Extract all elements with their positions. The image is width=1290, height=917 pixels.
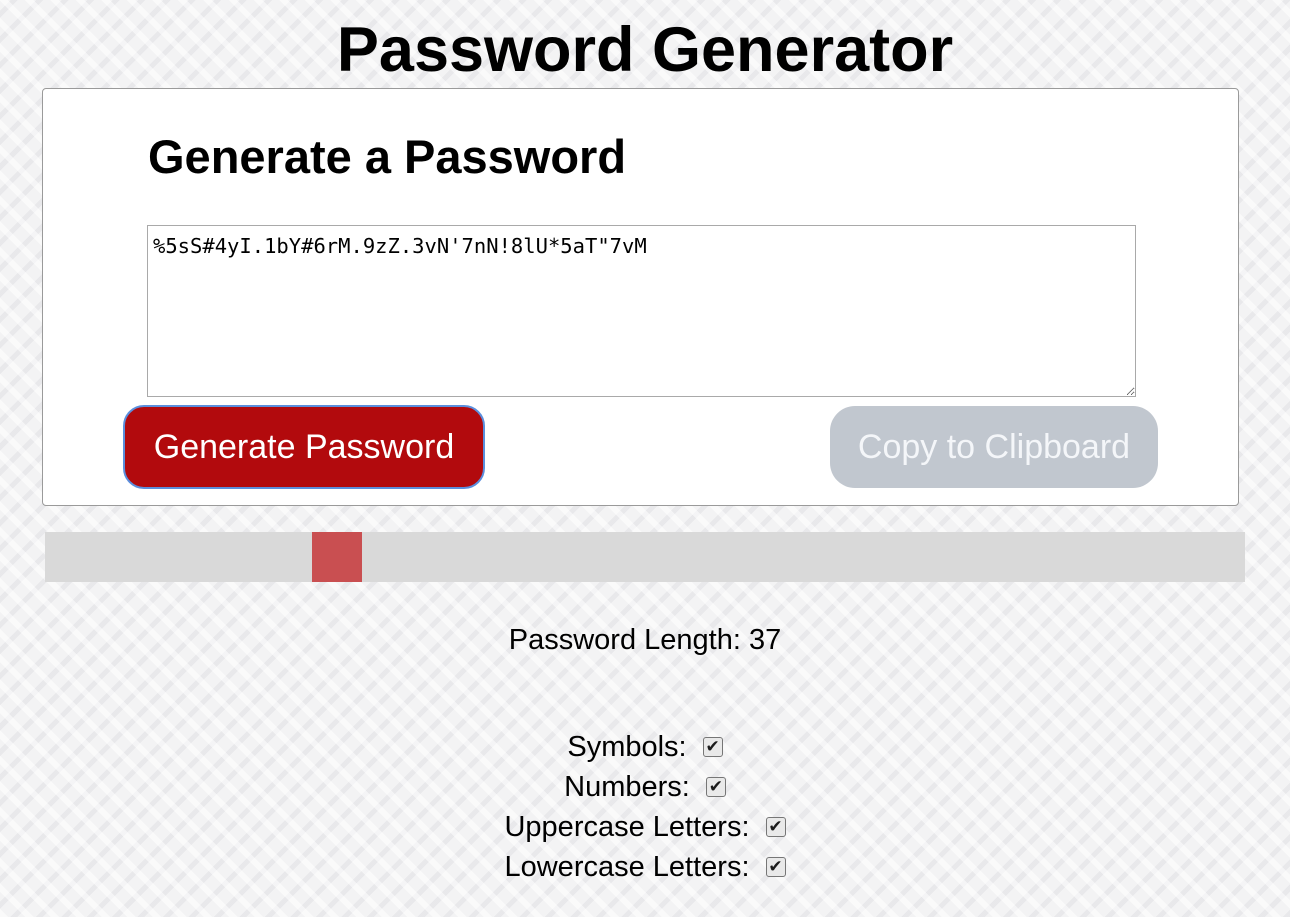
password-length-slider[interactable]	[45, 532, 1245, 582]
option-uppercase-label: Uppercase Letters:	[504, 811, 750, 843]
generate-password-button[interactable]: Generate Password	[123, 405, 485, 489]
uppercase-checkbox[interactable]: ✔	[765, 817, 786, 837]
card-title: Generate a Password	[148, 130, 627, 183]
check-icon: ✔	[768, 857, 783, 877]
lowercase-checkbox[interactable]: ✔	[765, 857, 786, 877]
password-length-value: 37	[748, 624, 782, 656]
option-symbols-label: Symbols:	[567, 731, 687, 763]
option-numbers: Numbers: ✔	[0, 769, 1290, 805]
check-icon: ✔	[768, 817, 783, 837]
page-title: Password Generator	[336, 15, 954, 85]
generator-card: Generate a Password Generate Password Co…	[42, 88, 1239, 506]
password-length-label: Password Length:	[508, 624, 741, 656]
option-lowercase: Lowercase Letters: ✔	[0, 849, 1290, 885]
option-uppercase: Uppercase Letters: ✔	[0, 809, 1290, 845]
option-symbols: Symbols: ✔	[0, 729, 1290, 765]
copy-to-clipboard-button[interactable]: Copy to Clipboard	[830, 406, 1158, 488]
slider-thumb[interactable]	[312, 532, 362, 582]
check-icon: ✔	[708, 777, 723, 797]
option-lowercase-label: Lowercase Letters:	[504, 851, 750, 883]
password-length-row: Password Length: 37	[0, 622, 1290, 658]
check-icon: ✔	[705, 737, 720, 757]
symbols-checkbox[interactable]: ✔	[702, 737, 723, 757]
password-output[interactable]	[147, 225, 1136, 397]
option-numbers-label: Numbers:	[564, 771, 690, 803]
numbers-checkbox[interactable]: ✔	[705, 777, 726, 797]
